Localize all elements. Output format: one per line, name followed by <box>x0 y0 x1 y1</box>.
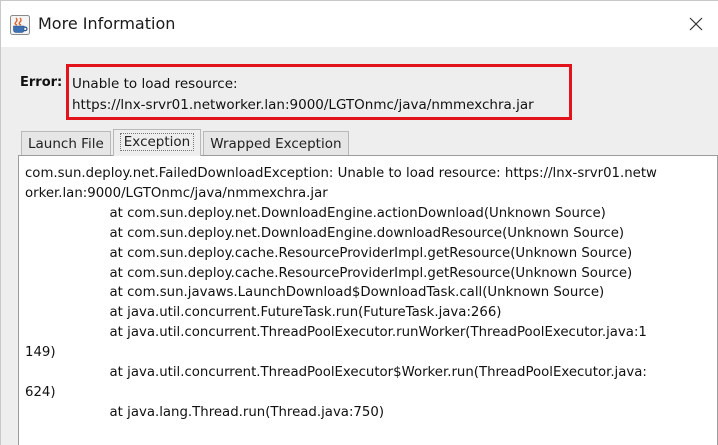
more-information-dialog: More Information Error: Unable to load r… <box>0 0 718 445</box>
stack-trace-line: at com.sun.javaws.LaunchDownload$Downloa… <box>25 285 605 301</box>
tab-label: Launch File <box>28 136 104 152</box>
stack-trace-line: 624) <box>25 384 56 400</box>
tab-label: Wrapped Exception <box>210 136 342 152</box>
dialog-content: Error: Unable to load resource: https://… <box>1 47 718 445</box>
stack-trace-line: at java.util.concurrent.FutureTask.run(F… <box>25 305 502 321</box>
exception-text-area[interactable]: com.sun.deploy.net.FailedDownloadExcepti… <box>18 155 718 445</box>
stack-trace-line: at java.util.concurrent.ThreadPoolExecut… <box>25 365 647 381</box>
title-bar[interactable]: More Information <box>1 1 718 47</box>
stack-trace-line: com.sun.deploy.net.FailedDownloadExcepti… <box>25 166 657 181</box>
stack-trace-line: orker.lan:9000/LGTOnmc/java/nmmexchra.ja… <box>25 185 328 201</box>
dialog-title: More Information <box>38 14 176 33</box>
error-label: Error: <box>20 75 63 90</box>
stack-trace-line: at com.sun.deploy.net.DownloadEngine.act… <box>25 205 606 221</box>
stack-trace-line: 149) <box>25 345 56 361</box>
error-highlight-annotation <box>66 64 572 120</box>
stack-trace-line: at com.sun.deploy.cache.ResourceProvider… <box>25 265 633 281</box>
tab-strip: Launch File Exception Wrapped Exception <box>21 129 351 156</box>
tab-wrapped-exception[interactable]: Wrapped Exception <box>203 131 349 156</box>
tab-exception[interactable]: Exception <box>112 129 202 156</box>
close-button[interactable] <box>673 1 718 47</box>
tab-launch-file[interactable]: Launch File <box>21 131 111 156</box>
close-icon <box>689 17 703 31</box>
tab-label: Exception <box>119 133 195 151</box>
java-cup-icon <box>10 15 30 35</box>
stack-trace-line: at java.util.concurrent.ThreadPoolExecut… <box>25 325 647 341</box>
stack-trace-line: at com.sun.deploy.net.DownloadEngine.dow… <box>25 225 625 241</box>
stack-trace-line: at com.sun.deploy.cache.ResourceProvider… <box>25 245 633 261</box>
stack-trace-text: com.sun.deploy.net.FailedDownloadExcepti… <box>25 164 713 423</box>
stack-trace-line: at java.lang.Thread.run(Thread.java:750) <box>25 404 385 420</box>
